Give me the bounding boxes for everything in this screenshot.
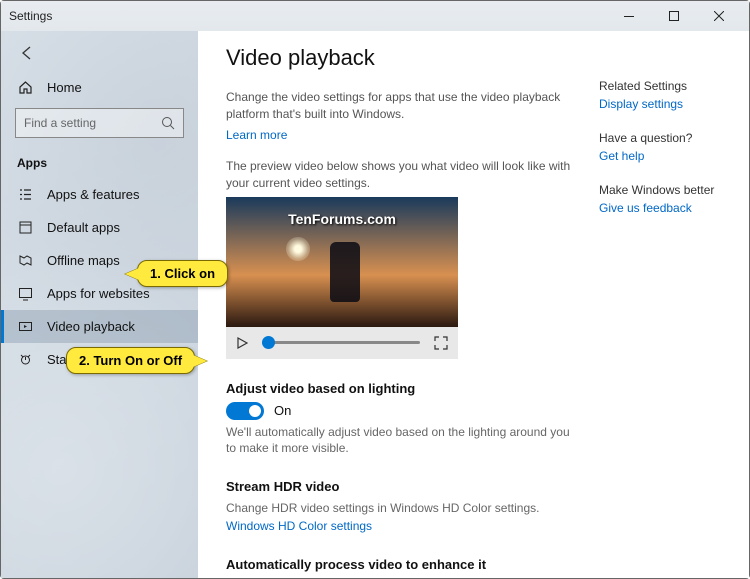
video-icon <box>17 319 33 334</box>
minimize-button[interactable] <box>606 1 651 31</box>
sidebar-item-video-playback[interactable]: Video playback <box>1 310 198 343</box>
scrubber-thumb[interactable] <box>262 336 275 349</box>
titlebar: Settings <box>1 1 749 31</box>
learn-more-link[interactable]: Learn more <box>226 128 287 142</box>
video-scrubber[interactable] <box>262 341 420 344</box>
nav-label: Apps & features <box>47 187 140 202</box>
sidebar-section-header: Apps <box>1 148 198 178</box>
search-placeholder: Find a setting <box>24 116 161 130</box>
fullscreen-icon[interactable] <box>434 336 448 350</box>
hdr-link[interactable]: Windows HD Color settings <box>226 519 372 533</box>
video-controls <box>226 327 458 359</box>
hdr-title: Stream HDR video <box>226 479 571 494</box>
watermark-text: TenForums.com <box>288 211 396 227</box>
aside-panel: Related Settings Display settings Have a… <box>599 31 749 578</box>
map-icon <box>17 253 33 268</box>
related-settings-title: Related Settings <box>599 79 731 93</box>
sun-graphic <box>286 237 310 261</box>
window-controls <box>606 1 741 31</box>
startup-icon <box>17 352 33 367</box>
nav-label: Video playback <box>47 319 135 334</box>
callout-1: 1. Click on <box>137 260 228 287</box>
question-title: Have a question? <box>599 131 731 145</box>
adjust-lighting-toggle[interactable] <box>226 402 264 420</box>
intro-text: Change the video settings for apps that … <box>226 89 571 124</box>
video-preview[interactable]: TenForums.com <box>226 197 458 327</box>
default-apps-icon <box>17 220 33 235</box>
sidebar-item-default-apps[interactable]: Default apps <box>1 211 198 244</box>
content-area: Video playback Change the video settings… <box>198 31 749 578</box>
callout-2: 2. Turn On or Off <box>66 347 195 374</box>
get-help-link[interactable]: Get help <box>599 149 731 163</box>
display-settings-link[interactable]: Display settings <box>599 97 731 111</box>
search-icon <box>161 116 175 130</box>
window-title: Settings <box>9 9 606 23</box>
nav-label: Offline maps <box>47 253 120 268</box>
back-button[interactable] <box>13 39 41 67</box>
websites-icon <box>17 286 33 301</box>
preview-note: The preview video below shows you what v… <box>226 158 571 193</box>
play-icon[interactable] <box>236 337 248 349</box>
sidebar-item-apps-features[interactable]: Apps & features <box>1 178 198 211</box>
adjust-lighting-title: Adjust video based on lighting <box>226 381 571 396</box>
adjust-lighting-desc: We'll automatically adjust video based o… <box>226 424 571 458</box>
maximize-button[interactable] <box>651 1 696 31</box>
home-label: Home <box>47 80 82 95</box>
close-button[interactable] <box>696 1 741 31</box>
page-title: Video playback <box>226 45 571 71</box>
search-input[interactable]: Find a setting <box>15 108 184 138</box>
nav-label: Default apps <box>47 220 120 235</box>
enhance-title: Automatically process video to enhance i… <box>226 557 571 572</box>
home-icon <box>17 80 33 95</box>
adjust-lighting-state: On <box>274 403 291 418</box>
home-nav[interactable]: Home <box>1 73 198 102</box>
list-icon <box>17 187 33 202</box>
hdr-desc: Change HDR video settings in Windows HD … <box>226 500 571 517</box>
sidebar: Home Find a setting Apps Apps & features… <box>1 31 198 578</box>
feedback-link[interactable]: Give us feedback <box>599 201 731 215</box>
better-title: Make Windows better <box>599 183 731 197</box>
nav-label: Apps for websites <box>47 286 150 301</box>
